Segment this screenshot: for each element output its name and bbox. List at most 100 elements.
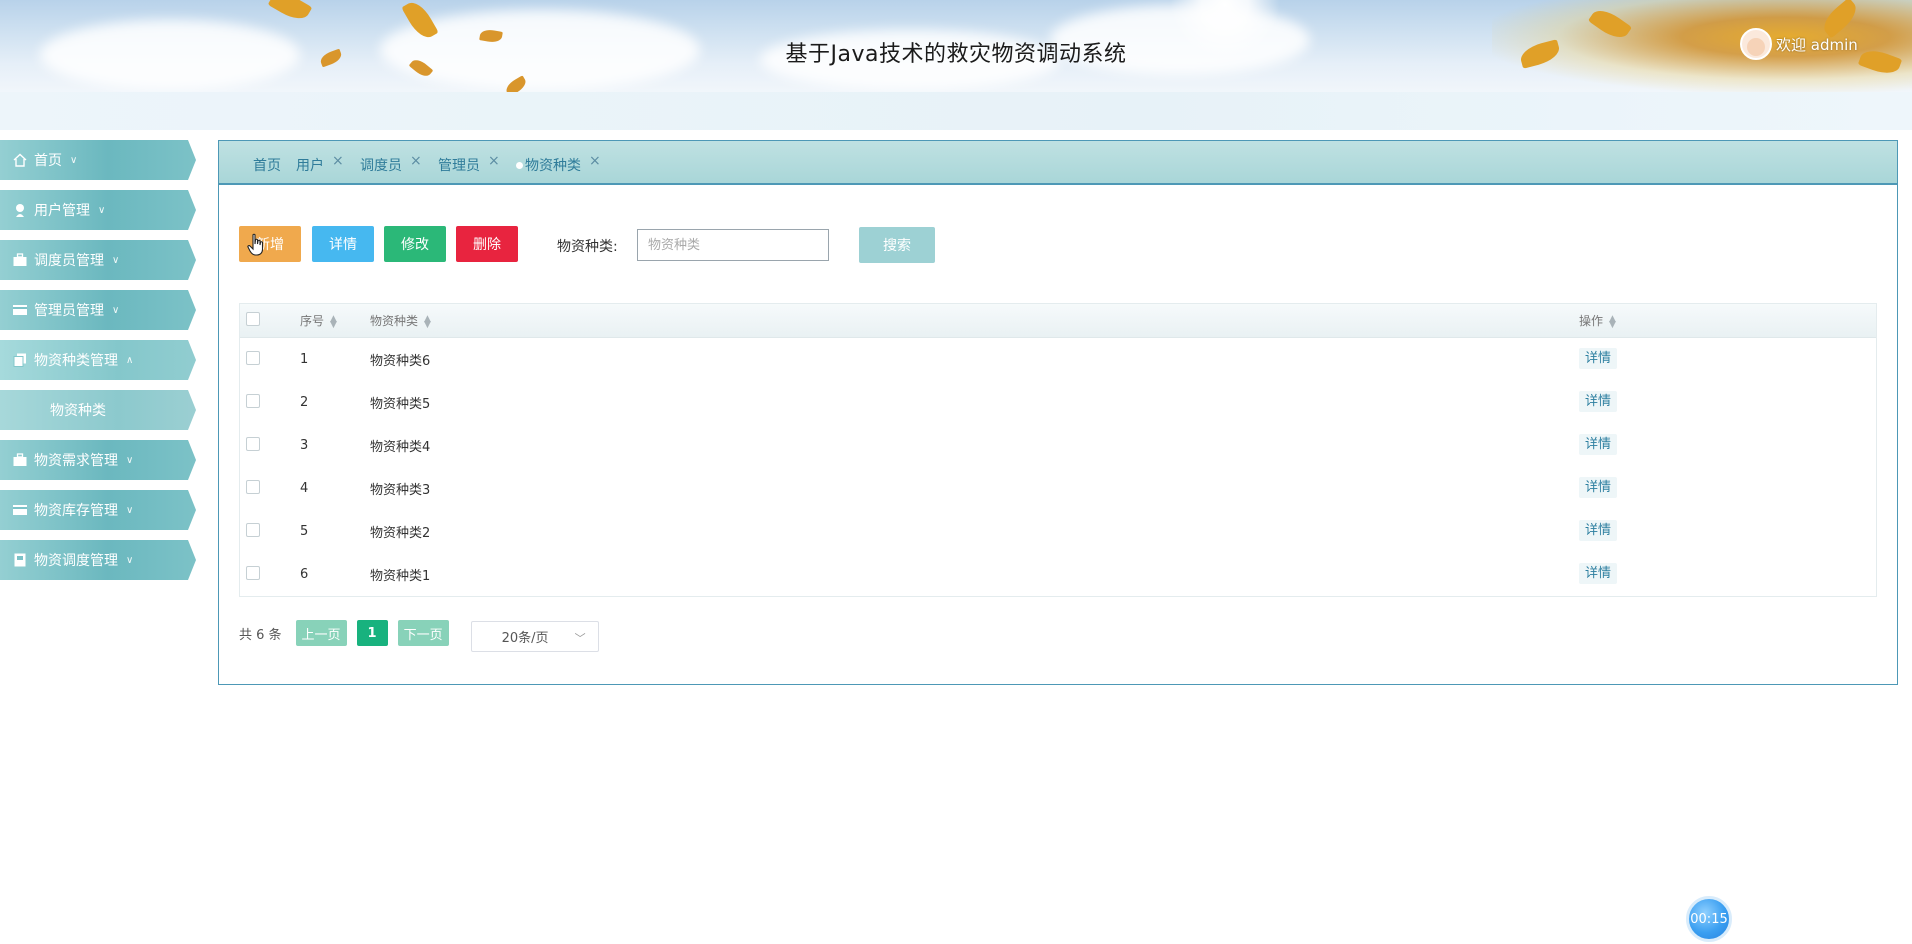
page-size-select[interactable]: 20条/页 ﹀ [470, 620, 599, 652]
sidebar-item-home[interactable]: 首页 ∨ [0, 140, 196, 180]
cell-category: 物资种类4 [370, 440, 431, 455]
sidebar-item-demand-management[interactable]: 物资需求管理 ∨ [0, 440, 196, 480]
tab-label: 调度员 [360, 158, 402, 174]
edit-button[interactable]: 修改 [384, 226, 446, 262]
close-icon[interactable]: × [332, 153, 344, 169]
chevron-down-icon: ∨ [126, 504, 134, 516]
row-checkbox[interactable] [246, 522, 260, 537]
tab-category[interactable]: 物资种类 × [516, 153, 601, 175]
cell-index: 4 [300, 481, 309, 496]
table-row[interactable]: 3 物资种类4 详情 [240, 424, 1876, 467]
sidebar-item-admin-management[interactable]: 管理员管理 ∨ [0, 290, 196, 330]
table-row[interactable]: 6 物资种类1 详情 [240, 553, 1876, 596]
tab-home[interactable]: 首页 [253, 155, 281, 175]
tab-label: 用户 [296, 158, 324, 174]
close-icon[interactable]: × [410, 153, 422, 169]
cell-index: 5 [300, 524, 309, 539]
sidebar-item-label: 调度员管理 [34, 253, 104, 269]
app-title: 基于Java技术的救灾物资调动系统 [785, 42, 1127, 67]
tab-label: 管理员 [438, 158, 480, 174]
chevron-down-icon: ﹀ [574, 631, 586, 645]
chevron-down-icon: ∨ [70, 154, 78, 166]
table-row[interactable]: 5 物资种类2 详情 [240, 510, 1876, 553]
sidebar-item-label: 物资需求管理 [34, 453, 118, 469]
user-menu[interactable]: 欢迎 admin [1740, 28, 1858, 60]
briefcase-icon [12, 252, 28, 268]
tab-bar: 首页 用户 × 调度员 × 管理员 × 物资种类 × [219, 141, 1897, 185]
row-checkbox[interactable] [246, 436, 260, 451]
close-icon[interactable]: × [488, 153, 500, 169]
row-detail-button[interactable]: 详情 [1579, 563, 1618, 584]
row-detail-button[interactable]: 详情 [1579, 477, 1618, 498]
sidebar-item-label: 物资种类管理 [34, 353, 118, 369]
category-table: 序号 ▲ ▼ 物资种类 ▲ ▼ 操作 ▲ ▼ 1 物资种类6 详情 2 物资种类5 详情 3… [239, 303, 1877, 597]
sidebar-item-user-management[interactable]: 用户管理 ∨ [0, 190, 196, 230]
prev-page-button[interactable]: 上一页 [295, 620, 347, 646]
row-checkbox[interactable] [246, 565, 260, 580]
page-number-current[interactable]: 1 [356, 620, 388, 646]
table-row[interactable]: 4 物资种类3 详情 [240, 467, 1876, 510]
row-detail-button[interactable]: 详情 [1579, 348, 1618, 369]
column-header-index[interactable]: 序号 ▲ ▼ [300, 312, 370, 329]
header-banner: 基于Java技术的救灾物资调动系统 欢迎 admin [0, 0, 1912, 92]
sidebar-item-dispatcher-management[interactable]: 调度员管理 ∨ [0, 240, 196, 280]
sidebar: 首页 ∨ 用户管理 ∨ 调度员管理 ∨ 管理员管理 ∨ 物资种类管理 ∧ 物资种… [0, 140, 200, 590]
search-input[interactable] [637, 229, 829, 261]
timer-badge[interactable]: 00:15 [1686, 896, 1732, 942]
column-header-operation[interactable]: 操作 ▲ ▼ [1579, 312, 1876, 329]
table-row[interactable]: 1 物资种类6 详情 [240, 338, 1876, 381]
sidebar-item-inventory-management[interactable]: 物资库存管理 ∨ [0, 490, 196, 530]
search-button[interactable]: 搜索 [859, 227, 935, 263]
cell-category: 物资种类2 [370, 526, 431, 541]
detail-button[interactable]: 详情 [312, 226, 374, 262]
total-count: 共 6 条 [239, 627, 282, 643]
search-label: 物资种类: [557, 239, 618, 255]
card-icon [12, 502, 28, 518]
sidebar-item-label: 物资调度管理 [34, 553, 118, 569]
chevron-down-icon: ∨ [112, 254, 120, 266]
tab-admin[interactable]: 管理员 × [438, 153, 500, 175]
pagination: 共 6 条 上一页 1 下一页 20条/页 ﹀ [239, 617, 599, 652]
row-checkbox[interactable] [246, 479, 260, 494]
next-page-button[interactable]: 下一页 [397, 620, 449, 646]
tab-label: 物资种类 [525, 158, 581, 174]
tab-user[interactable]: 用户 × [296, 153, 344, 175]
main-panel: 首页 用户 × 调度员 × 管理员 × 物资种类 × 新增 详情 修改 删除 物… [218, 140, 1898, 685]
sidebar-item-label: 物资库存管理 [34, 503, 118, 519]
row-detail-button[interactable]: 详情 [1579, 434, 1618, 455]
sort-icon[interactable]: ▲ ▼ [330, 314, 337, 329]
cell-category: 物资种类6 [370, 354, 431, 369]
sidebar-item-label: 首页 [34, 153, 62, 169]
sort-icon[interactable]: ▲ ▼ [424, 314, 431, 329]
sort-icon[interactable]: ▲ ▼ [1609, 314, 1616, 329]
card-icon [12, 302, 28, 318]
row-checkbox[interactable] [246, 393, 260, 408]
cell-index: 1 [300, 352, 309, 367]
close-icon[interactable]: × [589, 153, 601, 169]
doc-icon [12, 552, 28, 568]
avatar [1740, 28, 1772, 60]
tab-dispatcher[interactable]: 调度员 × [360, 153, 422, 175]
row-detail-button[interactable]: 详情 [1579, 520, 1618, 541]
cell-index: 3 [300, 438, 309, 453]
select-all-checkbox[interactable] [246, 312, 260, 326]
row-checkbox[interactable] [246, 350, 260, 365]
cell-category: 物资种类5 [370, 397, 431, 412]
row-detail-button[interactable]: 详情 [1579, 391, 1618, 412]
sidebar-item-label: 管理员管理 [34, 303, 104, 319]
sidebar-item-label: 物资种类 [50, 403, 106, 419]
sidebar-item-dispatch-management[interactable]: 物资调度管理 ∨ [0, 540, 196, 580]
cell-category: 物资种类3 [370, 483, 431, 498]
cell-index: 6 [300, 567, 309, 582]
tab-label: 首页 [253, 158, 281, 174]
column-header-category[interactable]: 物资种类 ▲ ▼ [370, 312, 1579, 329]
welcome-text: 欢迎 admin [1776, 35, 1858, 54]
table-row[interactable]: 2 物资种类5 详情 [240, 381, 1876, 424]
sidebar-item-category-management[interactable]: 物资种类管理 ∧ [0, 340, 196, 380]
active-dot-icon [516, 161, 523, 169]
table-header: 序号 ▲ ▼ 物资种类 ▲ ▼ 操作 ▲ ▼ [240, 304, 1876, 338]
delete-button[interactable]: 删除 [456, 226, 518, 262]
sidebar-subitem-category[interactable]: 物资种类 [0, 390, 196, 430]
sidebar-item-label: 用户管理 [34, 203, 90, 219]
user-icon [12, 202, 28, 218]
